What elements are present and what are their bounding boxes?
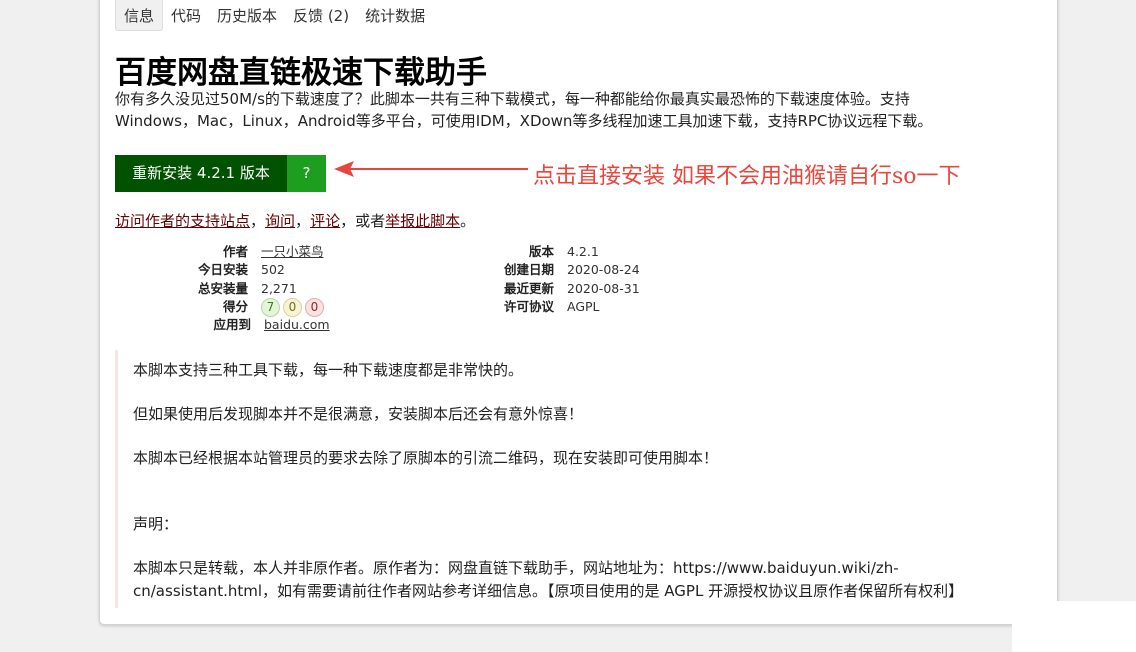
review-link[interactable]: 评论 bbox=[310, 212, 340, 230]
install-area: 重新安装 4.2.1 版本 ? bbox=[115, 155, 326, 192]
script-description: 你有多久没见过50M/s的下载速度了？此脚本一共有三种下载模式，每一种都能给你最… bbox=[115, 88, 1015, 132]
content-paragraph: 本脚本已经根据本站管理员的要求去除了原脚本的引流二维码，现在安装即可使用脚本！ bbox=[133, 449, 719, 467]
author-links: 访问作者的支持站点，询问，评论，或者举报此脚本。 bbox=[115, 210, 475, 231]
additional-info: 本脚本支持三种工具下载，每一种下载速度都是非常快的。 但如果使用后发现脚本并不是… bbox=[115, 350, 1011, 608]
link-separator: ， bbox=[250, 212, 266, 230]
tab-stats[interactable]: 统计数据 bbox=[357, 0, 433, 30]
good-rating-badge: 7 bbox=[261, 297, 280, 317]
tab-info[interactable]: 信息 bbox=[115, 0, 164, 31]
meta-version-value: 4.2.1 bbox=[567, 244, 599, 259]
description-line-1: 你有多久没见过50M/s的下载速度了？此脚本一共有三种下载模式，每一种都能给你最… bbox=[115, 90, 910, 108]
meta-license-key: 许可协议 bbox=[503, 298, 554, 314]
meta-author-key: 作者 bbox=[222, 244, 248, 259]
meta-updated-value: 2020-08-31 bbox=[567, 280, 640, 296]
meta-total-value: 2,271 bbox=[261, 280, 297, 296]
tab-feedback[interactable]: 反馈 (2) bbox=[285, 0, 357, 30]
link-text: ，或者 bbox=[340, 212, 386, 230]
link-text: 。 bbox=[460, 212, 476, 230]
report-link[interactable]: 举报此脚本 bbox=[385, 212, 460, 230]
install-button[interactable]: 重新安装 4.2.1 版本 bbox=[115, 155, 287, 192]
meta-version-key: 版本 bbox=[528, 244, 554, 259]
meta-license-value: AGPL bbox=[567, 298, 600, 314]
tab-code[interactable]: 代码 bbox=[163, 0, 209, 30]
description-line-2: Windows，Mac，Linux，Android等多平台，可使用IDM，XDo… bbox=[115, 112, 933, 130]
meta-created-key: 创建日期 bbox=[503, 262, 554, 278]
annotation-text: 点击直接安装 如果不会用油猴请自行so一下 bbox=[533, 164, 961, 189]
meta-applies-key: 应用到 bbox=[213, 317, 251, 333]
overlay-patch bbox=[1012, 601, 1136, 652]
applies-link[interactable]: baidu.com bbox=[264, 316, 330, 334]
content-paragraph: cn/assistant.html，如有需要请前往作者网站参考详细信息。【原项目… bbox=[133, 582, 964, 600]
meta-created-value: 2020-08-24 bbox=[567, 262, 640, 278]
meta-left: 作者 一只小菜鸟 今日安装 502 总安装量 2,271 得分 7 0 0 应用到 ba… bbox=[150, 243, 330, 334]
content-paragraph: 但如果使用后发现脚本并不是很满意，安装脚本后还会有意外惊喜！ bbox=[133, 405, 584, 423]
ok-rating-badge: 0 bbox=[283, 297, 302, 317]
meta-updated-key: 最近更新 bbox=[503, 280, 554, 296]
meta-score-key: 得分 bbox=[222, 298, 248, 314]
tab-bar: 信息 代码 历史版本 反馈 (2) 统计数据 bbox=[115, 0, 433, 31]
meta-daily-key: 今日安装 bbox=[197, 262, 248, 278]
link-separator: ， bbox=[295, 212, 311, 230]
bad-rating-badge: 0 bbox=[305, 297, 324, 317]
script-title: 百度网盘直链极速下载助手 bbox=[115, 55, 487, 91]
content-heading: 声明： bbox=[133, 515, 179, 533]
install-help-button[interactable]: ? bbox=[287, 155, 326, 192]
tab-history[interactable]: 历史版本 bbox=[209, 0, 285, 30]
support-site-link[interactable]: 访问作者的支持站点 bbox=[115, 212, 250, 230]
arrow-icon bbox=[334, 161, 528, 177]
author-link[interactable]: 一只小菜鸟 bbox=[261, 243, 324, 261]
meta-total-key: 总安装量 bbox=[197, 280, 248, 296]
content-paragraph: 本脚本只是转载，本人并非原作者。原作者为：网盘直链下载助手，网站地址为：http… bbox=[133, 559, 899, 577]
meta-daily-value: 502 bbox=[261, 262, 285, 278]
meta-right: 版本 4.2.1 创建日期 2020-08-24 最近更新 2020-08-31 许可… bbox=[470, 243, 640, 316]
content-paragraph: 本脚本支持三种工具下载，每一种下载速度都是非常快的。 bbox=[133, 361, 524, 379]
ask-link[interactable]: 询问 bbox=[265, 212, 295, 230]
